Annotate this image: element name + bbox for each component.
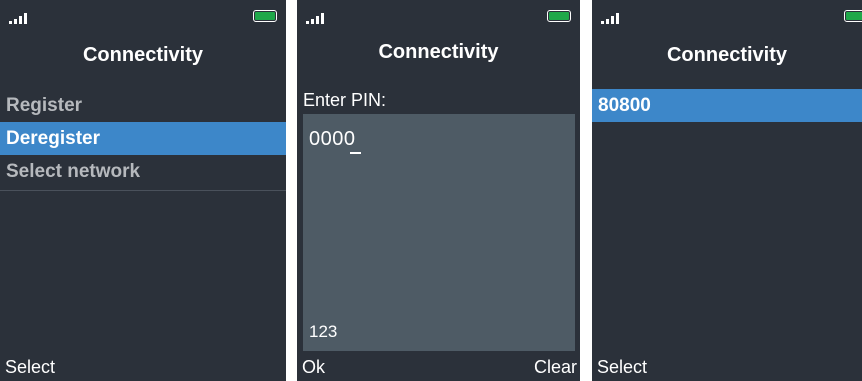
menu-item-select-network[interactable]: Select network bbox=[0, 155, 286, 188]
menu-divider bbox=[0, 190, 286, 191]
pin-value: 0000 bbox=[309, 128, 356, 150]
softkey-bar: Select bbox=[592, 351, 862, 381]
page-title: Connectivity bbox=[378, 41, 499, 63]
pin-input-field[interactable]: 0000 123 bbox=[303, 114, 575, 351]
softkey-bar: Ok Clear bbox=[297, 351, 580, 381]
menu-item-register[interactable]: Register bbox=[0, 89, 286, 122]
battery-icon bbox=[844, 10, 862, 22]
clear-softkey[interactable]: Clear bbox=[534, 357, 577, 378]
signal-strength-icon bbox=[9, 12, 33, 24]
status-bar bbox=[592, 0, 862, 28]
status-bar bbox=[297, 0, 580, 28]
signal-strength-icon bbox=[306, 12, 330, 24]
battery-icon bbox=[547, 10, 571, 22]
page-title: Connectivity bbox=[666, 44, 788, 66]
pin-prompt-label: Enter PIN: bbox=[303, 90, 387, 110]
network-list: 80800 bbox=[592, 89, 862, 122]
network-list-screen: Connectivity 80800 Select bbox=[592, 0, 862, 381]
menu-item-deregister[interactable]: Deregister bbox=[0, 122, 286, 155]
input-mode-indicator: 123 bbox=[309, 322, 338, 341]
connectivity-menu: Register Deregister Select network bbox=[0, 89, 286, 191]
softkey-bar: Select bbox=[0, 351, 286, 381]
network-item-80800[interactable]: 80800 bbox=[592, 89, 862, 122]
text-cursor bbox=[350, 152, 361, 154]
battery-icon bbox=[253, 10, 277, 22]
page-title: Connectivity bbox=[82, 44, 204, 66]
status-bar bbox=[0, 0, 286, 28]
enter-pin-screen: Connectivity Enter PIN: 0000 123 Ok Clea… bbox=[297, 0, 580, 381]
connectivity-menu-screen: Connectivity Register Deregister Select … bbox=[0, 0, 286, 381]
ok-softkey[interactable]: Ok bbox=[302, 357, 325, 378]
select-softkey[interactable]: Select bbox=[5, 357, 55, 378]
signal-strength-icon bbox=[601, 12, 625, 24]
select-softkey[interactable]: Select bbox=[597, 357, 647, 378]
